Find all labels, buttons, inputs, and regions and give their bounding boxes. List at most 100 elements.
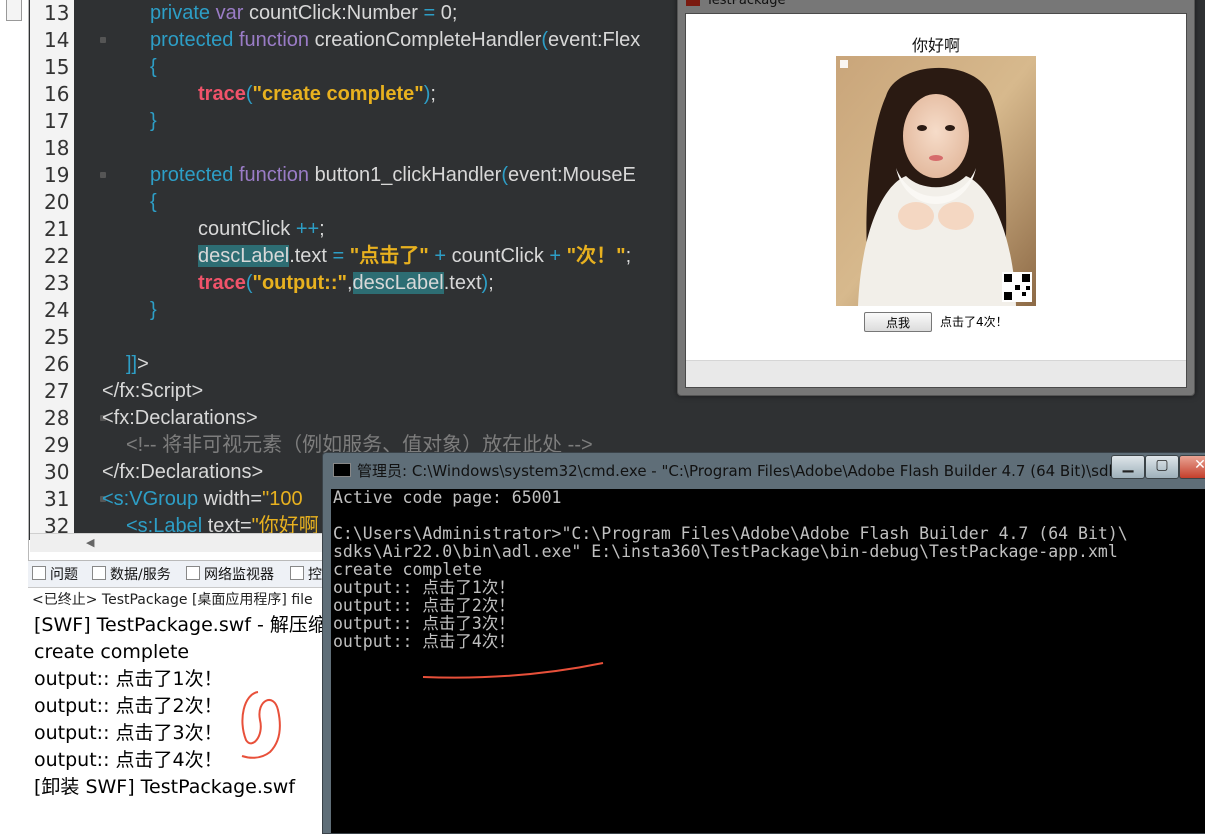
- code-token: countClick: [451, 245, 550, 267]
- console-status: <已终止> TestPackage [桌面应用程序] file: [32, 592, 313, 608]
- tab-data-services-label: 数据/服务: [110, 567, 171, 583]
- cmd-line: C:\Users\Administrator>"C:\Program Files…: [333, 524, 1128, 543]
- flash-window-title-text: TestPackage: [706, 0, 786, 8]
- console-line: [SWF] TestPackage.swf - 解压缩: [34, 614, 327, 636]
- code-line: protected function button1_clickHandler(…: [150, 162, 636, 189]
- code-line: protected function creationCompleteHandl…: [150, 27, 640, 54]
- console-line: [卸装 SWF] TestPackage.swf: [34, 776, 296, 798]
- scroll-left-arrow-icon[interactable]: ◀: [86, 536, 94, 549]
- code-token: {: [150, 191, 157, 213]
- panel-tab-bar: 问题 数据/服务 网络监视器 控: [28, 561, 328, 588]
- code-token: =: [423, 2, 441, 24]
- code-token: "create complete": [252, 83, 424, 105]
- line-number-text: 31: [44, 487, 70, 511]
- flash-status-bar: [686, 360, 1186, 387]
- tab-data-services[interactable]: 数据/服务: [92, 565, 171, 585]
- code-token: <s:VGroup: [102, 488, 204, 510]
- line-number-text: 14: [44, 28, 70, 52]
- code-token: ;: [430, 83, 436, 105]
- line-number: 18: [30, 135, 70, 162]
- tab-problems[interactable]: 问题: [32, 565, 78, 585]
- cmd-icon: [333, 463, 351, 477]
- line-number-text: 30: [44, 460, 70, 484]
- code-token: var: [215, 2, 249, 24]
- cmd-console-body[interactable]: Active code page: 65001 C:\Users\Adminis…: [331, 489, 1205, 833]
- minimize-button[interactable]: ▁: [1111, 455, 1145, 479]
- code-line: countClick ++;: [198, 216, 325, 243]
- line-number: 23: [30, 270, 69, 297]
- code-line: {: [150, 189, 157, 216]
- code-token: .text: [289, 245, 333, 267]
- code-token: protected: [150, 29, 239, 51]
- tab-network-monitor[interactable]: 网络监视器: [186, 565, 274, 585]
- line-number: 30: [30, 459, 70, 486]
- side-panel-tab[interactable]: [6, 0, 22, 21]
- code-token: width=: [203, 488, 263, 510]
- tab-network-monitor-label: 网络监视器: [204, 567, 274, 583]
- air-app-icon: [686, 0, 700, 6]
- line-number-text: 13: [44, 1, 70, 25]
- maximize-button[interactable]: ▢: [1145, 455, 1179, 479]
- tab-console[interactable]: 控: [290, 565, 322, 585]
- code-token: .text: [443, 272, 482, 294]
- line-number-text: 28: [44, 406, 70, 430]
- code-token: "点击了": [349, 245, 429, 267]
- code-token: </fx:Script>: [102, 380, 204, 402]
- code-line: }: [150, 108, 157, 135]
- flash-window-title: TestPackage: [686, 0, 786, 9]
- code-line: descLabel.text = "点击了" + countClick + "次…: [198, 243, 631, 270]
- code-line: trace("create complete");: [198, 81, 436, 108]
- line-number-text: 18: [44, 136, 70, 160]
- line-number-text: 17: [44, 109, 70, 133]
- code-line: </fx:Script>: [102, 378, 203, 405]
- line-number-text: 15: [44, 55, 70, 79]
- tab-problems-label: 问题: [50, 567, 78, 583]
- code-token: (: [501, 164, 509, 186]
- code-token: function: [238, 164, 315, 186]
- code-token: +: [428, 245, 452, 267]
- flash-app-window[interactable]: TestPackage 你好啊 点我 点击了4次！: [677, 0, 1195, 396]
- line-number: 31: [30, 486, 70, 513]
- console-line: output:: 点击了1次！: [34, 668, 223, 690]
- line-number-text: 21: [44, 217, 70, 241]
- cmd-line: Active code page: 65001: [333, 489, 562, 507]
- data-services-icon: [92, 566, 106, 580]
- code-line: private var countClick:Number = 0;: [150, 0, 457, 27]
- line-number: 14: [30, 27, 70, 54]
- cmd-line: sdks\Air22.0\bin\adl.exe" E:\insta360\Te…: [333, 542, 1118, 561]
- code-token: </fx:Declarations>: [102, 461, 264, 483]
- cmd-line: output:: 点击了3次！: [333, 614, 515, 633]
- cmd-line: output:: 点击了1次！: [333, 578, 515, 597]
- line-number: 28: [30, 405, 70, 432]
- code-token: "次！": [566, 245, 626, 267]
- code-token: {: [150, 56, 157, 78]
- code-token: 0;: [440, 2, 458, 24]
- flash-client-area: 你好啊 点我 点击了4次！: [685, 13, 1187, 388]
- code-token: trace: [198, 83, 246, 105]
- console-icon: [290, 566, 304, 580]
- code-token: }: [150, 110, 157, 132]
- problems-icon: [32, 566, 46, 580]
- line-number-text: 19: [44, 163, 70, 187]
- line-number: 19: [30, 162, 70, 189]
- line-number-text: 25: [44, 325, 70, 349]
- line-number: 13: [30, 0, 70, 27]
- code-token: ]]: [126, 353, 138, 375]
- click-me-button[interactable]: 点我: [864, 312, 932, 332]
- line-number: 29: [30, 432, 69, 459]
- code-token: button1_clickHandler: [314, 164, 502, 186]
- code-token: ++: [295, 218, 320, 240]
- greeting-label: 你好啊: [911, 36, 960, 55]
- cmd-line: create complete: [333, 560, 483, 579]
- code-token: ;: [625, 245, 632, 267]
- code-token: protected: [150, 164, 239, 186]
- close-button[interactable]: ✕: [1179, 455, 1205, 479]
- code-token: creationCompleteHandler: [314, 29, 542, 51]
- code-token: <fx:Declarations>: [102, 407, 258, 429]
- tab-console-label: 控: [308, 567, 322, 583]
- code-token: countClick: [198, 218, 296, 240]
- cmd-window[interactable]: 管理员: C:\Windows\system32\cmd.exe - "C:\P…: [322, 452, 1205, 834]
- code-line: trace("output::",descLabel.text);: [198, 270, 494, 297]
- maximize-icon: ▢: [1155, 457, 1169, 473]
- line-number: 27: [30, 378, 69, 405]
